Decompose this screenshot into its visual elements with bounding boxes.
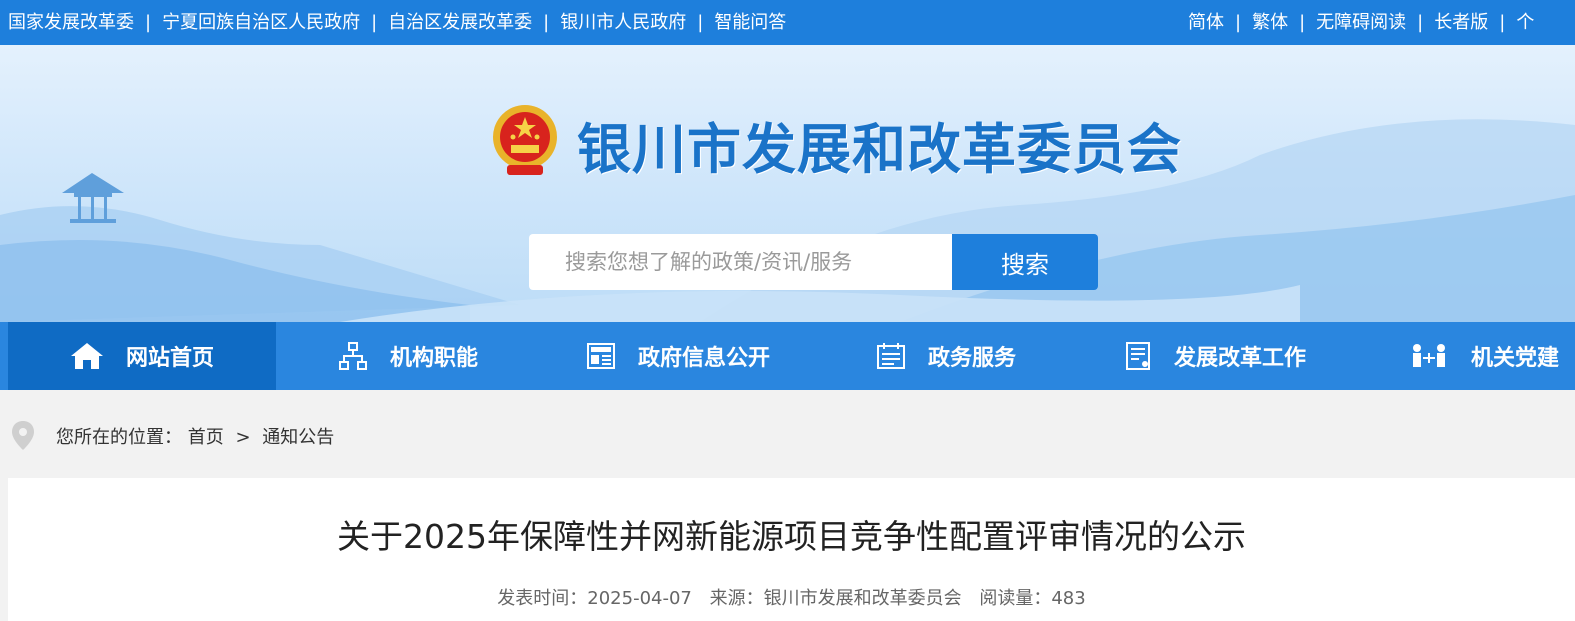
article-title: 关于2025年保障性并网新能源项目竞争性配置评审情况的公示 xyxy=(337,517,1246,556)
nav-item-services[interactable]: 政务服务 xyxy=(876,322,1016,390)
breadcrumb-prefix: 您所在的位置： xyxy=(56,427,182,448)
nav-label: 政务服务 xyxy=(928,346,1017,371)
top-links-right: 简体 | 繁体 | 无障碍阅读 | 长者版 | 个 xyxy=(1188,0,1534,45)
nav-label: 政府信息公开 xyxy=(638,346,771,371)
top-links-left: 国家发展改革委 | 宁夏回族自治区人民政府 | 自治区发展改革委 | 银川市人民… xyxy=(8,0,786,45)
publish-label: 发表时间： xyxy=(497,588,588,609)
separator: | xyxy=(1499,12,1506,33)
source-label: 来源： xyxy=(709,588,764,609)
separator: | xyxy=(1235,12,1242,33)
views-label: 阅读量： xyxy=(979,588,1052,609)
separator: | xyxy=(697,12,704,33)
link-region-drc[interactable]: 自治区发展改革委 xyxy=(388,0,532,45)
search-input[interactable] xyxy=(529,234,952,290)
link-accessibility[interactable]: 无障碍阅读 xyxy=(1316,0,1406,45)
nav-item-home[interactable]: 网站首页 xyxy=(8,322,276,390)
nav-item-reform[interactable]: 发展改革工作 xyxy=(1124,322,1306,390)
views-count: 483 xyxy=(1051,588,1086,609)
link-personal[interactable]: 个 xyxy=(1516,0,1534,45)
breadcrumb: 您所在的位置： 首页 > 通知公告 xyxy=(0,390,1575,478)
link-elder-mode[interactable]: 长者版 xyxy=(1434,0,1488,45)
separator: | xyxy=(1417,12,1424,33)
breadcrumb-separator: > xyxy=(235,427,251,448)
source-meta: 来源：银川市发展和改革委员会 xyxy=(710,588,962,609)
news-icon xyxy=(587,343,615,369)
source-value: 银川市发展和改革委员会 xyxy=(763,588,962,609)
separator: | xyxy=(145,12,152,33)
link-yinchuan-gov[interactable]: 银川市人民政府 xyxy=(560,0,686,45)
views-meta: 阅读量：483 xyxy=(979,588,1085,609)
search-button[interactable]: 搜索 xyxy=(952,234,1098,290)
nav-label: 网站首页 xyxy=(126,346,215,371)
separator: | xyxy=(543,12,550,33)
publish-date: 2025-04-07 xyxy=(587,588,692,609)
nav-item-org[interactable]: 机构职能 xyxy=(338,322,478,390)
link-simplified[interactable]: 简体 xyxy=(1188,0,1224,45)
link-ningxia-gov[interactable]: 宁夏回族自治区人民政府 xyxy=(162,0,360,45)
article-panel: 关于2025年保障性并网新能源项目竞争性配置评审情况的公示 发表时间：2025-… xyxy=(8,478,1575,621)
link-smart-qa[interactable]: 智能问答 xyxy=(714,0,786,45)
separator: | xyxy=(1299,12,1306,33)
location-pin-icon xyxy=(12,421,34,450)
nav-item-party[interactable]: 机关党建 xyxy=(1409,322,1559,390)
nav-label: 机构职能 xyxy=(390,346,479,371)
service-icon xyxy=(877,343,905,369)
breadcrumb-home-link[interactable]: 首页 xyxy=(188,427,224,448)
document-icon xyxy=(1126,342,1150,370)
people-icon xyxy=(1413,344,1445,367)
breadcrumb-current-link[interactable]: 通知公告 xyxy=(262,427,334,448)
top-bar: 国家发展改革委 | 宁夏回族自治区人民政府 | 自治区发展改革委 | 银川市人民… xyxy=(0,0,1575,45)
home-icon xyxy=(71,343,103,369)
nav-label: 发展改革工作 xyxy=(1174,346,1307,371)
main-nav: 网站首页 机构职能 政府信息公开 政务服务 发展改革工作 机关党建 xyxy=(0,322,1575,390)
separator: | xyxy=(371,12,378,33)
publish-date-meta: 发表时间：2025-04-07 xyxy=(497,588,692,609)
org-chart-icon xyxy=(339,342,367,370)
nav-label: 机关党建 xyxy=(1471,346,1560,371)
article-meta: 发表时间：2025-04-07 来源：银川市发展和改革委员会 阅读量：483 xyxy=(8,584,1575,610)
national-emblem-icon xyxy=(493,105,557,175)
header-banner: 银川市发展和改革委员会 搜索 xyxy=(0,45,1575,322)
nav-item-gov-info[interactable]: 政府信息公开 xyxy=(586,322,770,390)
link-ndrc[interactable]: 国家发展改革委 xyxy=(8,0,134,45)
site-title: 银川市发展和改革委员会 xyxy=(577,117,1182,181)
link-traditional[interactable]: 繁体 xyxy=(1252,0,1288,45)
